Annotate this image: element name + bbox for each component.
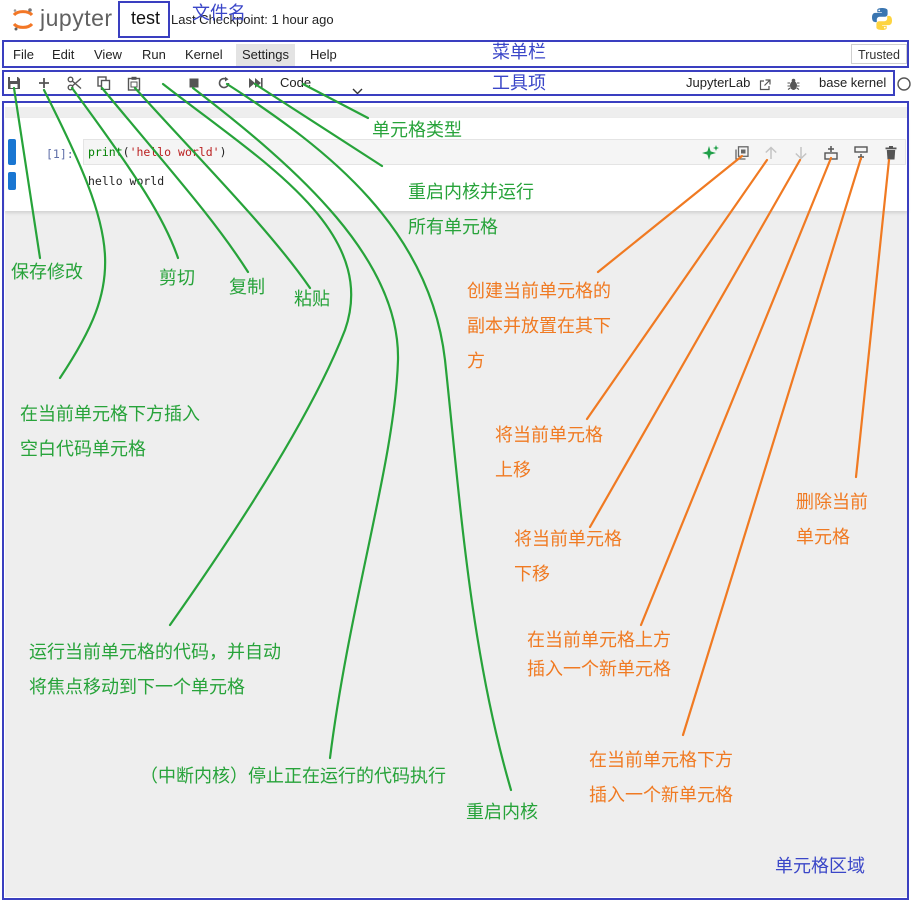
label-paste: 粘贴 xyxy=(294,289,330,310)
label-toolbar: 工具项 xyxy=(492,73,546,94)
label-run-cell: 运行当前单元格的代码，并自动 将焦点移动到下一个单元格 xyxy=(29,635,281,705)
label-line: 运行当前单元格的代码，并自动 xyxy=(29,642,281,663)
label-line: 上移 xyxy=(495,460,531,481)
label-line: 在当前单元格上方 xyxy=(527,630,671,651)
label-line: 插入一个新单元格 xyxy=(527,659,671,680)
label-delete: 删除当前 单元格 xyxy=(796,485,868,555)
label-line: 副本并放置在其下 xyxy=(467,316,611,337)
label-move-up: 将当前单元格 上移 xyxy=(495,418,603,488)
label-line: 创建当前单元格的 xyxy=(467,281,611,302)
label-restart: 重启内核 xyxy=(466,802,538,823)
label-menubar: 菜单栏 xyxy=(492,42,546,63)
label-line: 空白代码单元格 xyxy=(20,439,146,460)
label-line: 单元格 xyxy=(796,527,850,548)
label-cut: 剪切 xyxy=(159,268,195,289)
label-line: 删除当前 xyxy=(796,492,868,513)
label-line: 重启内核并运行 xyxy=(408,182,534,203)
label-file-name: 文件名 xyxy=(192,3,246,24)
label-cell-area: 单元格区域 xyxy=(775,856,865,877)
label-interrupt: （中断内核）停止正在运行的代码执行 xyxy=(140,766,446,787)
label-line: 在当前单元格下方 xyxy=(589,750,733,771)
label-duplicate: 创建当前单元格的 副本并放置在其下 方 xyxy=(467,274,611,379)
label-restart-run-all: 重启内核并运行 所有单元格 xyxy=(408,175,534,245)
label-copy: 复制 xyxy=(229,277,265,298)
label-line: 将当前单元格 xyxy=(495,425,603,446)
label-insert-below-blank: 在当前单元格下方插入 空白代码单元格 xyxy=(20,397,200,467)
label-line: 下移 xyxy=(514,564,550,585)
label-line: 所有单元格 xyxy=(408,217,498,238)
label-insert-above: 在当前单元格上方 插入一个新单元格 xyxy=(527,626,671,684)
label-save: 保存修改 xyxy=(11,262,83,283)
label-line: 方 xyxy=(467,351,485,372)
label-line: 在当前单元格下方插入 xyxy=(20,404,200,425)
label-insert-below: 在当前单元格下方 插入一个新单元格 xyxy=(589,743,733,813)
label-cell-type: 单元格类型 xyxy=(372,120,462,141)
label-move-down: 将当前单元格 下移 xyxy=(514,522,622,592)
label-line: 将当前单元格 xyxy=(514,529,622,550)
label-line: 将焦点移动到下一个单元格 xyxy=(29,677,245,698)
label-line: 插入一个新单元格 xyxy=(589,785,733,806)
